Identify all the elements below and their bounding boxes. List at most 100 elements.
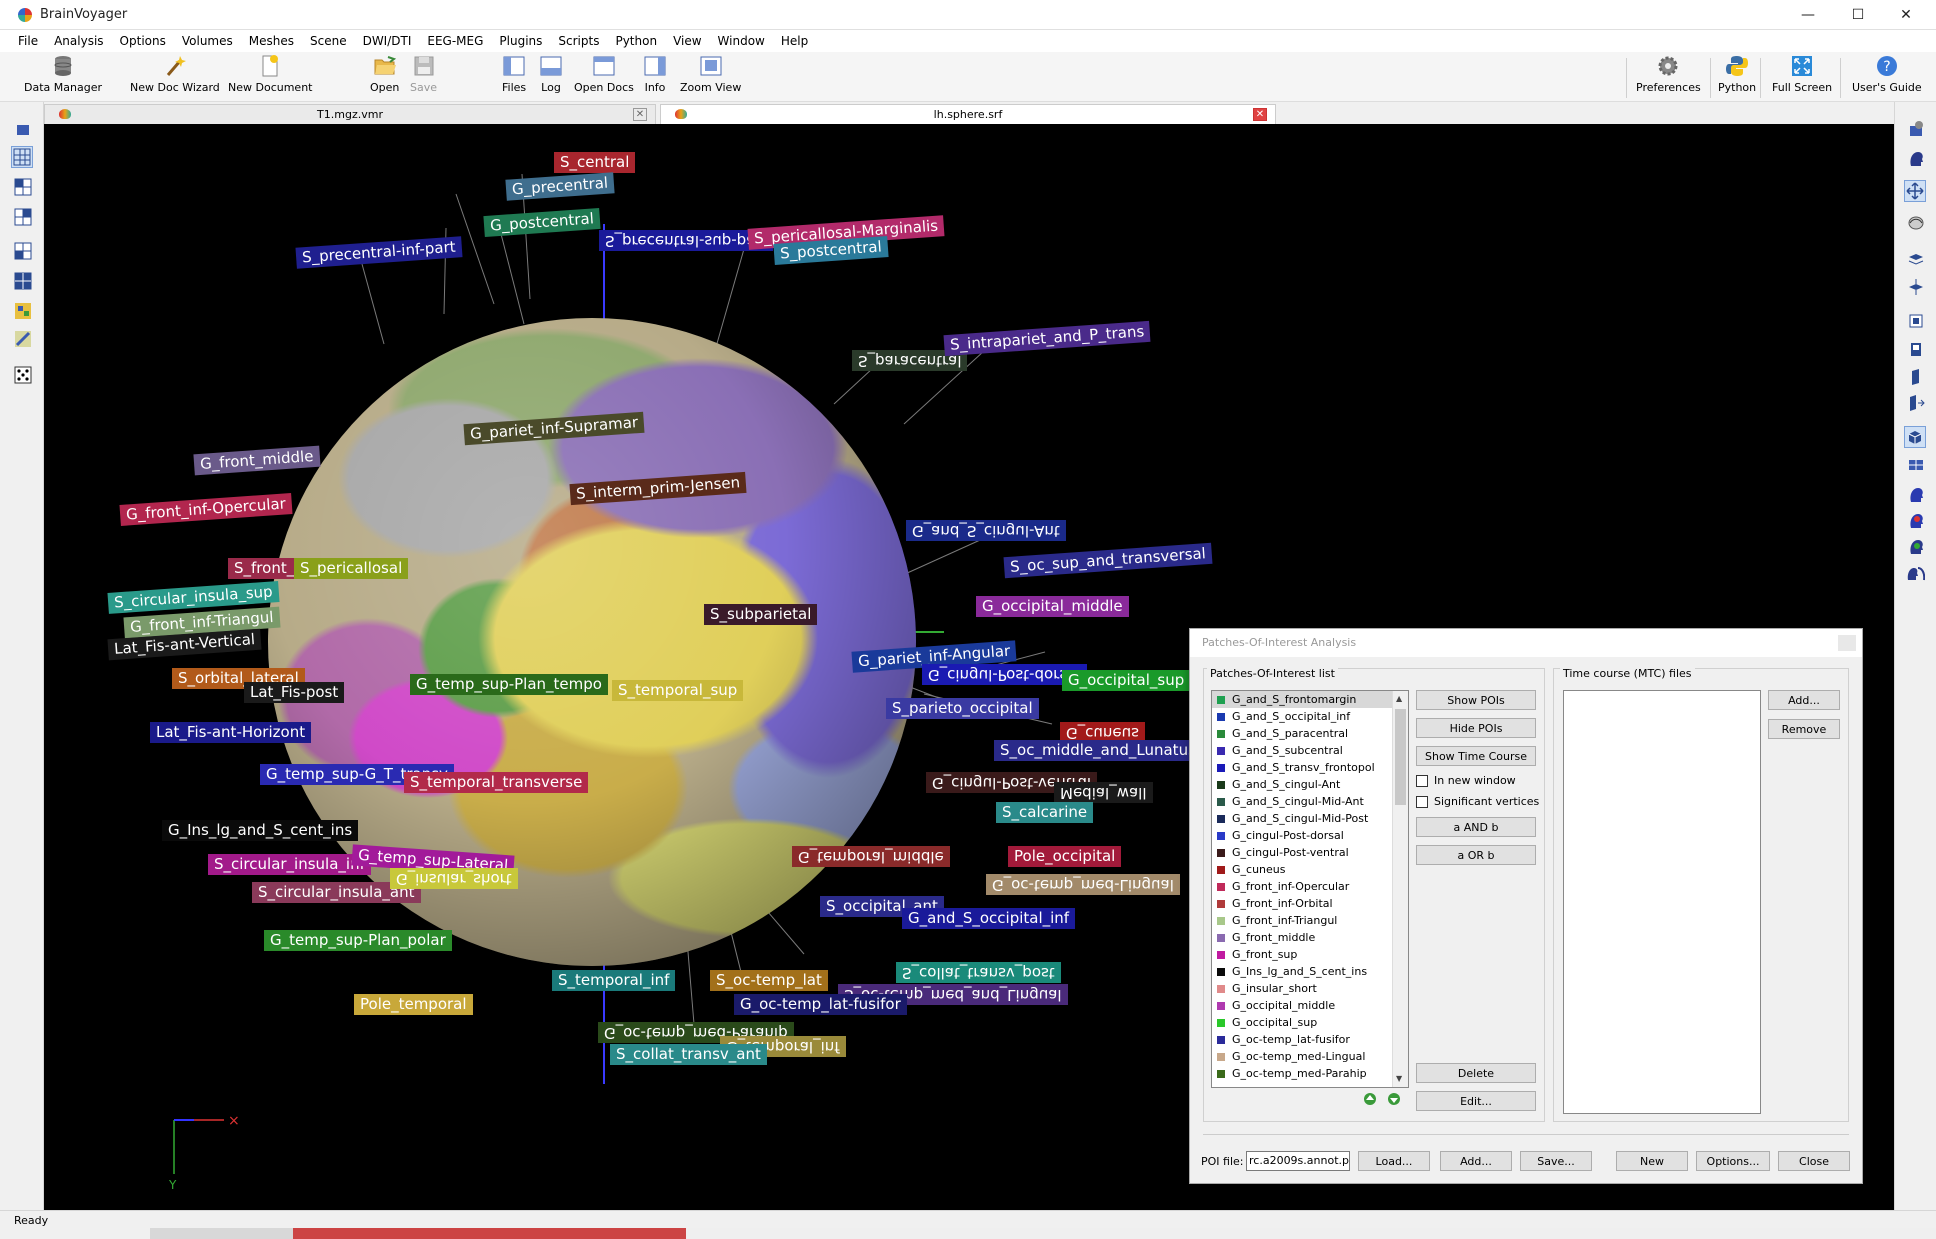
poi-list-item[interactable]: G_oc-temp_med-Lingual	[1212, 1048, 1408, 1065]
head-pair-icon[interactable]	[1905, 562, 1927, 584]
menu-file[interactable]: File	[10, 34, 46, 48]
close-tab-icon[interactable]: ✕	[1253, 108, 1267, 121]
dice-icon[interactable]	[12, 364, 34, 386]
open-button[interactable]: Open	[370, 55, 399, 94]
log-button[interactable]: Log	[540, 55, 562, 94]
poi-list-item[interactable]: G_front_inf-Opercular	[1212, 878, 1408, 895]
menu-options[interactable]: Options	[112, 34, 174, 48]
python-button[interactable]: Python	[1718, 55, 1756, 94]
menu-dwi-dti[interactable]: DWI/DTI	[355, 34, 420, 48]
head-blue-icon[interactable]	[1905, 484, 1927, 506]
a-or-b-button[interactable]: a OR b	[1416, 845, 1536, 865]
volume-cube-icon[interactable]	[1905, 338, 1927, 360]
pointer-tool-icon[interactable]	[12, 118, 34, 140]
multi-view-icon[interactable]	[1905, 454, 1927, 476]
delete-poi-button[interactable]: Delete	[1416, 1063, 1536, 1083]
layout-2x2-icon[interactable]	[12, 176, 34, 198]
new-doc-wizard-button[interactable]: New Doc Wizard	[130, 55, 220, 94]
show-time-course-button[interactable]: Show Time Course	[1416, 746, 1536, 766]
in-new-window-checkbox[interactable]: In new window	[1416, 774, 1516, 787]
scroll-up-icon[interactable]: ▲	[1396, 694, 1402, 703]
new-poi-button[interactable]: New	[1616, 1151, 1688, 1171]
poi-listbox[interactable]: G_and_S_frontomargin G_and_S_occipital_in…	[1211, 690, 1409, 1088]
users-guide-button[interactable]: ? User's Guide	[1852, 55, 1922, 94]
menu-meshes[interactable]: Meshes	[241, 34, 302, 48]
poi-list-item[interactable]: G_front_sup	[1212, 946, 1408, 963]
brush-tool-icon[interactable]	[12, 328, 34, 350]
save-poi-button[interactable]: Save...	[1520, 1151, 1592, 1171]
scroll-thumb[interactable]	[1395, 709, 1406, 805]
tab-srf[interactable]: lh.sphere.srf ✕	[660, 104, 1276, 124]
add-mtc-button[interactable]: Add...	[1768, 690, 1840, 710]
data-manager-button[interactable]: Data Manager	[24, 55, 102, 94]
full-screen-button[interactable]: Full Screen	[1772, 55, 1832, 94]
open-docs-button[interactable]: Open Docs	[574, 55, 634, 94]
zoom-view-button[interactable]: Zoom View	[680, 55, 741, 94]
poi-list-item[interactable]: G_and_S_cingul-Ant	[1212, 776, 1408, 793]
new-document-button[interactable]: New Document	[228, 55, 312, 94]
poi-list-item[interactable]: G_and_S_cingul-Mid-Post	[1212, 810, 1408, 827]
slice-front-icon[interactable]	[1905, 366, 1927, 388]
menu-volumes[interactable]: Volumes	[174, 34, 241, 48]
poi-list-item[interactable]: G_occipital_middle	[1212, 997, 1408, 1014]
poi-list-item[interactable]: G_and_S_occipital_inf	[1212, 708, 1408, 725]
head-red-icon[interactable]	[1905, 510, 1927, 532]
maximize-icon[interactable]: ☐	[1836, 0, 1880, 30]
slice-sagittal-icon[interactable]	[1905, 392, 1927, 414]
show-pois-button[interactable]: Show POIs	[1416, 690, 1536, 710]
poi-list-item[interactable]: G_cuneus	[1212, 861, 1408, 878]
close-dialog-button[interactable]: Close	[1778, 1151, 1850, 1171]
poi-list-item[interactable]: G_oc-temp_lat-fusifor	[1212, 1031, 1408, 1048]
poi-list-item[interactable]: G_oc-temp_med-Parahip	[1212, 1065, 1408, 1082]
poi-list-item[interactable]: G_cingul-Post-dorsal	[1212, 827, 1408, 844]
options-button[interactable]: Options...	[1696, 1151, 1770, 1171]
scroll-down-icon[interactable]: ▼	[1396, 1074, 1402, 1083]
menu-scripts[interactable]: Scripts	[550, 34, 607, 48]
menu-plugins[interactable]: Plugins	[491, 34, 550, 48]
minimize-icon[interactable]: —	[1786, 0, 1830, 30]
mtc-listbox[interactable]	[1563, 690, 1761, 1114]
cube-view-icon[interactable]	[1904, 426, 1926, 448]
poi-file-field[interactable]: rc.a2009s.annot.poi	[1246, 1151, 1350, 1171]
menu-help[interactable]: Help	[773, 34, 816, 48]
poi-list-item[interactable]: G_front_middle	[1212, 929, 1408, 946]
mesh-scene-icon[interactable]	[1905, 118, 1927, 140]
poi-list-item[interactable]: G_front_inf-Triangul	[1212, 912, 1408, 929]
move-up-icon[interactable]	[1362, 1091, 1378, 1107]
grid-layout-icon[interactable]	[11, 146, 33, 168]
poi-list-item[interactable]: G_Ins_lg_and_S_cent_ins	[1212, 963, 1408, 980]
layout-2x2-alt-icon[interactable]	[12, 206, 34, 228]
files-button[interactable]: Files	[502, 55, 526, 94]
poi-list-item[interactable]: G_and_S_frontomargin	[1212, 691, 1408, 708]
menu-eeg-meg[interactable]: EEG-MEG	[419, 34, 491, 48]
poi-list-item[interactable]: G_occipital_sup	[1212, 1014, 1408, 1031]
poi-list-item[interactable]: G_and_S_cingul-Mid-Ant	[1212, 793, 1408, 810]
palette-icon[interactable]	[12, 300, 34, 322]
preferences-button[interactable]: Preferences	[1636, 55, 1701, 94]
menu-window[interactable]: Window	[710, 34, 773, 48]
close-tab-icon[interactable]: ✕	[633, 108, 647, 121]
menu-analysis[interactable]: Analysis	[46, 34, 111, 48]
info-button[interactable]: Info	[644, 55, 666, 94]
slice-layer-icon[interactable]	[1905, 276, 1927, 298]
poi-list-item[interactable]: G_and_S_paracentral	[1212, 725, 1408, 742]
head-profile-icon[interactable]	[1905, 148, 1927, 170]
poi-list-item[interactable]: G_cingul-Post-ventral	[1212, 844, 1408, 861]
edit-poi-button[interactable]: Edit...	[1416, 1091, 1536, 1111]
menu-python[interactable]: Python	[607, 34, 665, 48]
a-and-b-button[interactable]: a AND b	[1416, 817, 1536, 837]
poi-list-item[interactable]: G_and_S_subcentral	[1212, 742, 1408, 759]
dialog-close-icon[interactable]	[1838, 635, 1856, 651]
layout-quad-alt-icon[interactable]	[12, 270, 34, 292]
load-button[interactable]: Load...	[1358, 1151, 1430, 1171]
remove-mtc-button[interactable]: Remove	[1768, 719, 1840, 739]
poi-list-item[interactable]: G_and_S_transv_frontopol	[1212, 759, 1408, 776]
move-down-icon[interactable]	[1386, 1091, 1402, 1107]
add-poi-button[interactable]: Add...	[1440, 1151, 1512, 1171]
significant-vertices-checkbox[interactable]: Significant vertices	[1416, 795, 1539, 808]
menu-view[interactable]: View	[665, 34, 709, 48]
menu-scene[interactable]: Scene	[302, 34, 355, 48]
slice-stack-icon[interactable]	[1905, 248, 1927, 270]
move-arrows-icon[interactable]	[1904, 180, 1926, 202]
save-button[interactable]: Save	[410, 55, 437, 94]
